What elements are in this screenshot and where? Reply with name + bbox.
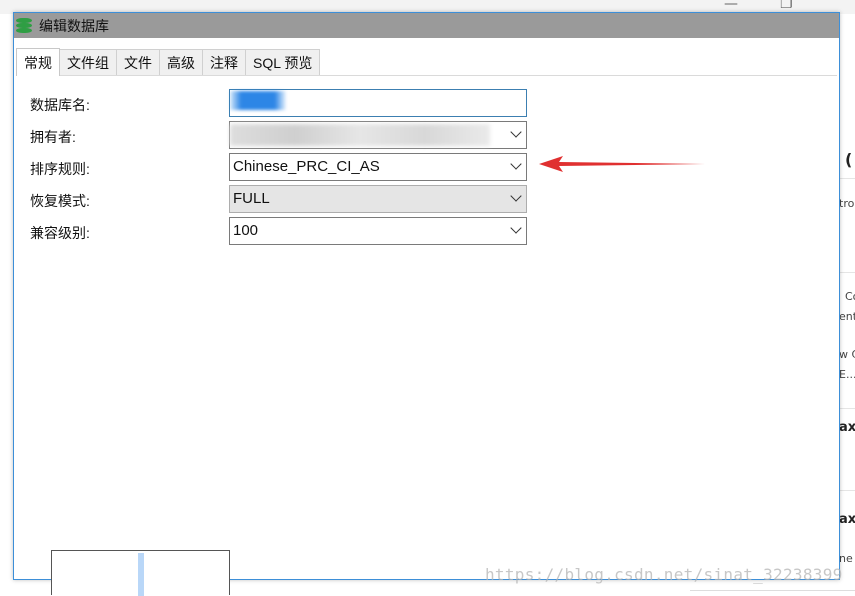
collation-row: 排序规则: Chinese_PRC_CI_AS <box>14 153 839 181</box>
tab-sql-preview[interactable]: SQL 预览 <box>245 49 321 75</box>
collation-select[interactable]: Chinese_PRC_CI_AS <box>229 153 527 181</box>
bg-fragment: w C <box>839 348 855 361</box>
divider <box>690 590 855 591</box>
chevron-down-icon <box>510 190 522 202</box>
red-arrow-annotation <box>539 156 705 172</box>
recovery-select[interactable]: FULL <box>229 185 527 213</box>
owner-row: 拥有者: <box>14 121 839 149</box>
tab-comment[interactable]: 注释 <box>202 49 246 75</box>
arrow-shape <box>539 156 705 172</box>
tab-bar: 常规 文件组 文件 高级 注释 SQL 预览 <box>16 48 837 76</box>
compat-select[interactable]: 100 <box>229 217 527 245</box>
recovery-value: FULL <box>233 190 270 207</box>
bg-fragment: ent <box>839 310 855 323</box>
dialog-titlebar[interactable]: 编辑数据库 <box>14 13 839 38</box>
db-name-row: 数据库名: <box>14 89 839 117</box>
compat-row: 兼容级别: 100 <box>14 217 839 245</box>
bottom-panel <box>51 550 230 596</box>
watermark: https://blog.csdn.net/sinat_32238399 <box>485 565 843 584</box>
selection-marker <box>138 553 144 596</box>
chevron-down-icon <box>510 222 522 234</box>
bg-fragment: ax <box>839 512 855 527</box>
edit-database-dialog: 编辑数据库 常规 文件组 文件 高级 注释 SQL 预览 数据库名: 拥有者: … <box>13 12 840 580</box>
recovery-label: 恢复模式: <box>30 193 90 209</box>
database-icon <box>16 17 32 34</box>
recovery-row: 恢复模式: FULL <box>14 185 839 213</box>
tab-files[interactable]: 文件 <box>116 49 160 75</box>
redacted-owner <box>230 124 490 146</box>
db-name-label: 数据库名: <box>30 97 90 113</box>
tab-filegroups[interactable]: 文件组 <box>59 49 117 75</box>
redacted-name <box>230 91 286 110</box>
bg-fragment: ( <box>845 150 853 169</box>
collation-value: Chinese_PRC_CI_AS <box>233 158 380 175</box>
restore-icon[interactable]: ❐ <box>780 0 793 12</box>
collation-label: 排序规则: <box>30 161 90 177</box>
bg-fragment: ne <box>839 552 853 565</box>
chevron-down-icon <box>510 158 522 170</box>
compat-label: 兼容级别: <box>30 225 90 241</box>
bg-fragment: ax <box>839 420 855 435</box>
chevron-down-icon <box>510 126 522 138</box>
bg-fragment: E... <box>839 368 855 381</box>
bg-fragment: tro <box>839 197 855 210</box>
compat-value: 100 <box>233 222 259 239</box>
minimize-icon[interactable]: — <box>724 0 738 12</box>
owner-label: 拥有者: <box>30 129 76 145</box>
owner-select[interactable] <box>229 121 527 149</box>
bg-fragment: Co <box>845 290 855 303</box>
db-name-input[interactable] <box>229 89 527 117</box>
dialog-title: 编辑数据库 <box>39 17 109 34</box>
tab-advanced[interactable]: 高级 <box>159 49 203 75</box>
tab-general[interactable]: 常规 <box>16 48 60 76</box>
